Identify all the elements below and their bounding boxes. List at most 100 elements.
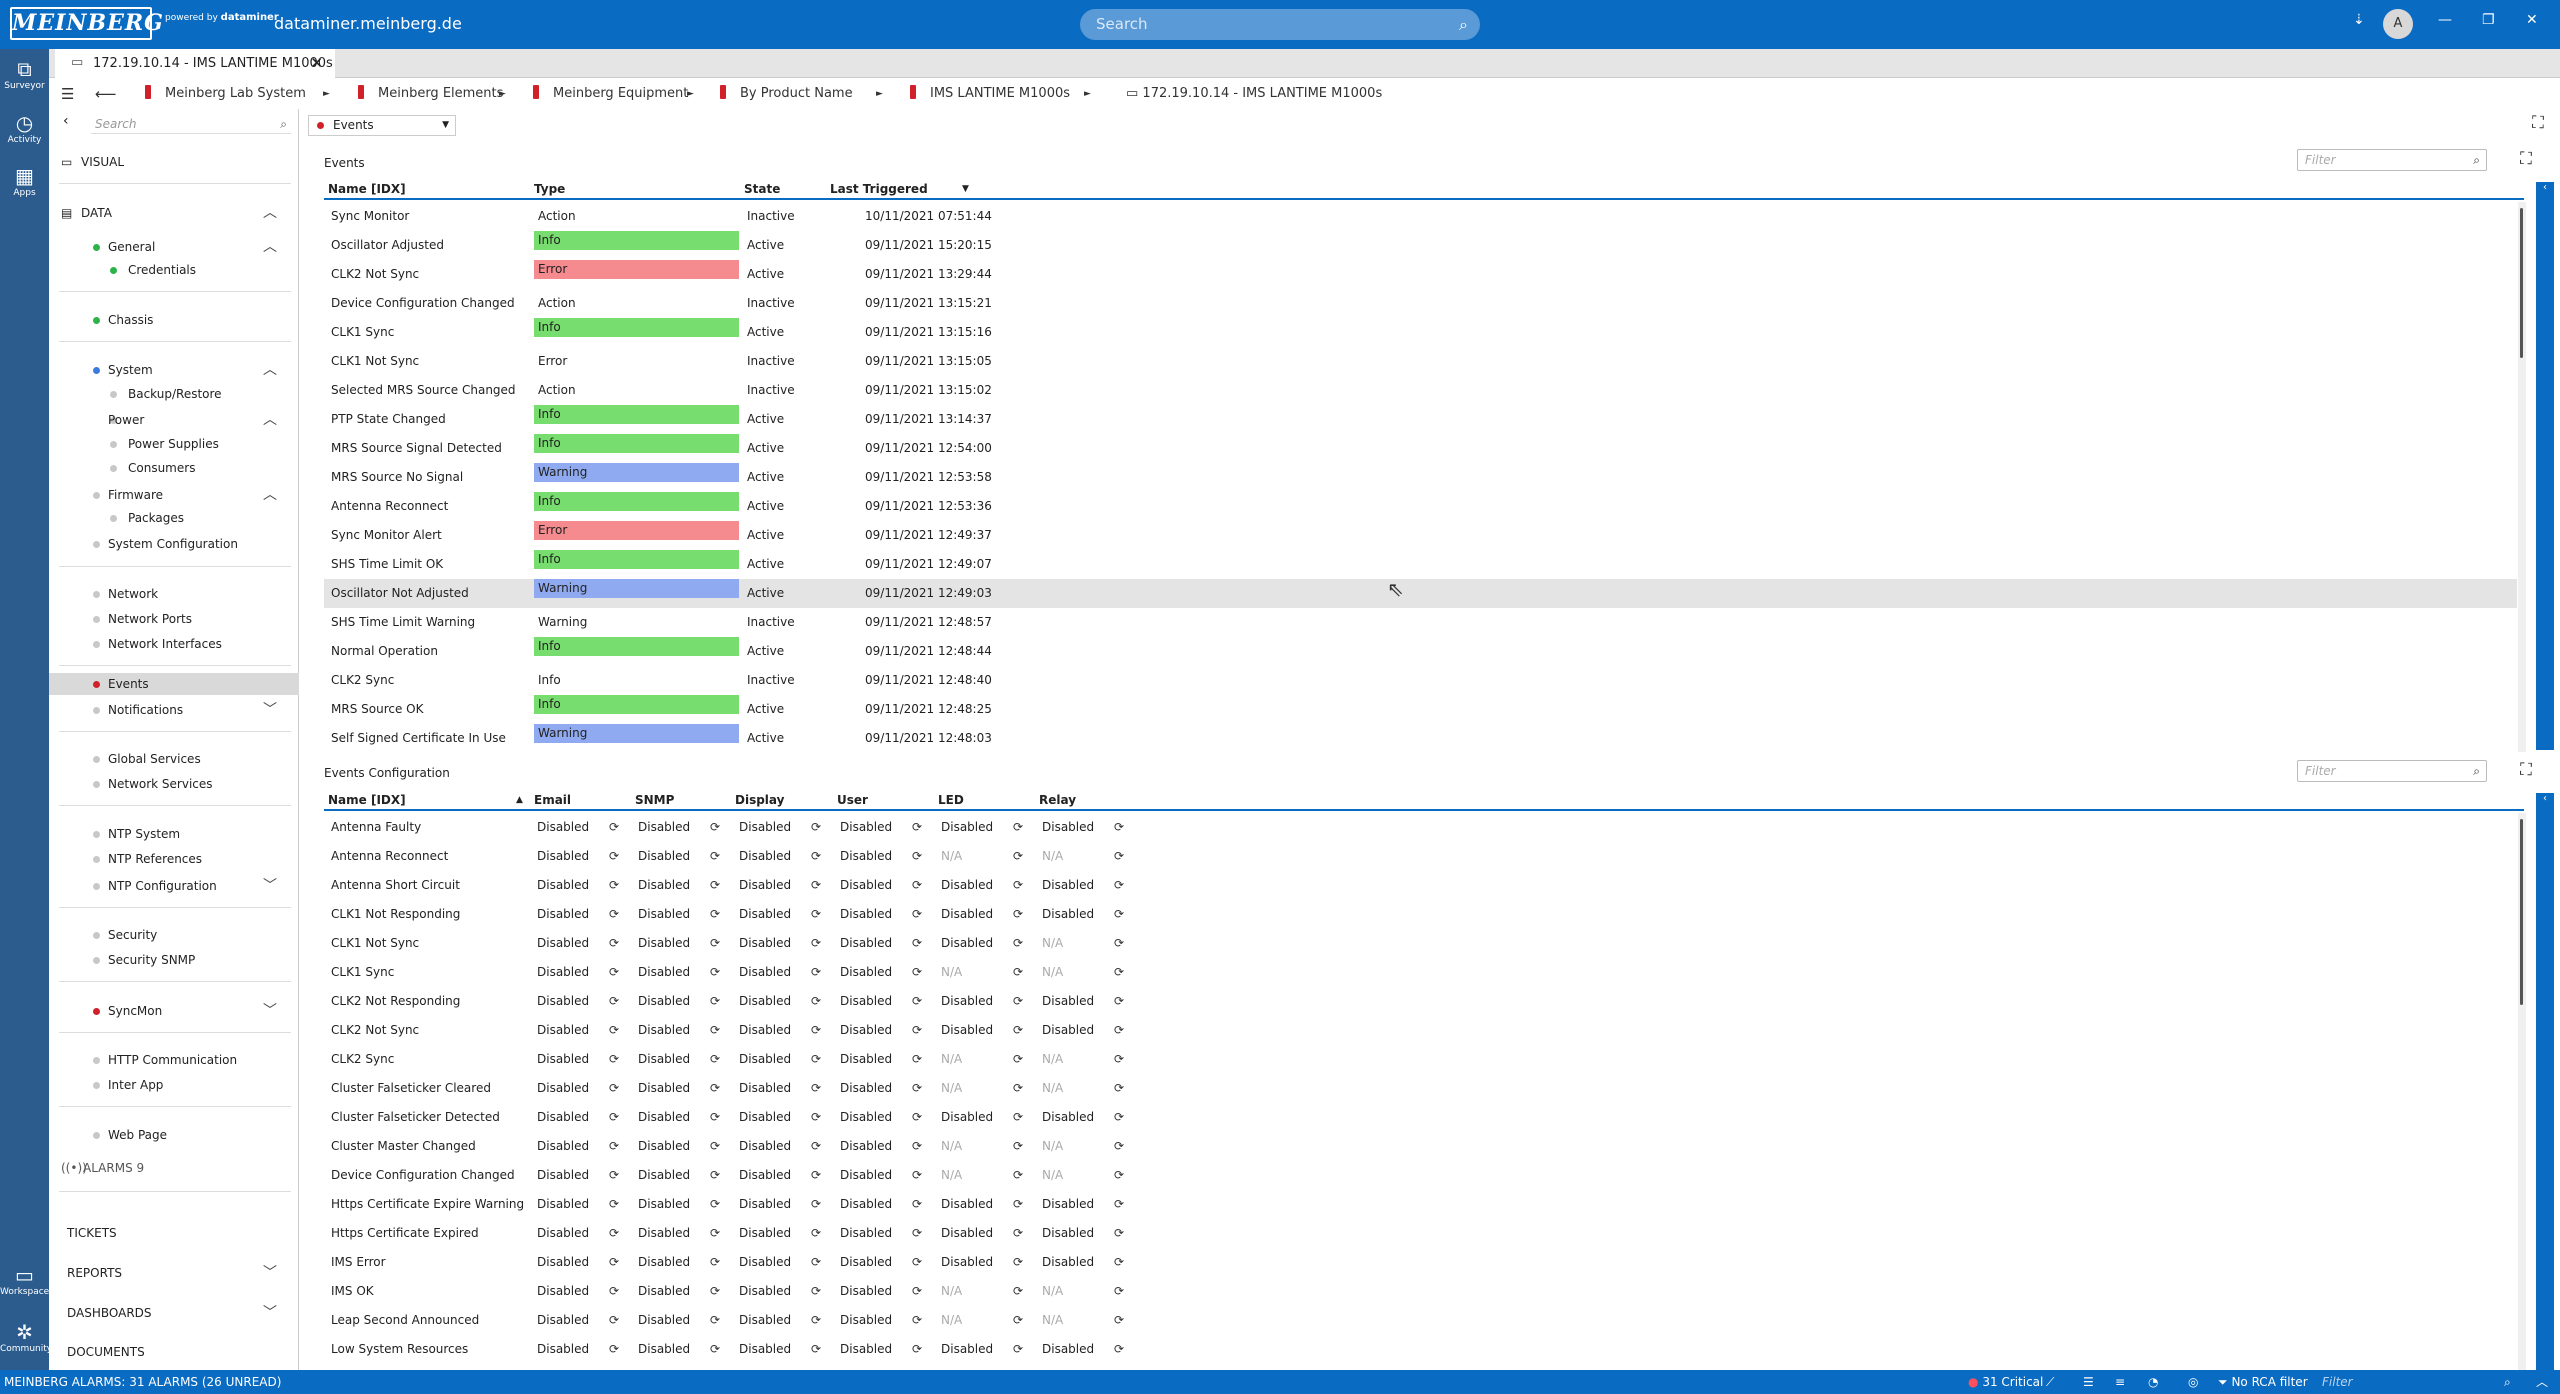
minimize-icon[interactable]: — — [2438, 12, 2452, 28]
refresh-icon[interactable]: ⟳ — [1013, 1016, 1023, 1045]
refresh-icon[interactable]: ⟳ — [912, 900, 922, 929]
cell-value[interactable]: Disabled — [638, 1132, 690, 1161]
refresh-icon[interactable]: ⟳ — [1013, 1045, 1023, 1074]
table-row[interactable]: MRS Source OK Info Active 09/11/2021 12:48:… — [324, 695, 2517, 724]
nav-alarms[interactable]: ((•)) ALARMS 9 — [49, 1157, 299, 1179]
refresh-icon[interactable]: ⟳ — [609, 1219, 619, 1248]
cell-value[interactable]: Disabled — [840, 1161, 892, 1190]
cell-value[interactable]: Disabled — [739, 1306, 791, 1335]
cell-value[interactable]: Disabled — [537, 987, 589, 1016]
refresh-icon[interactable]: ⟳ — [1013, 1190, 1023, 1219]
refresh-icon[interactable]: ⟳ — [1114, 1335, 1124, 1364]
breadcrumb-item[interactable]: IMS LANTIME M1000s — [910, 79, 1070, 109]
table-row[interactable]: IMS OK Disabled ⟳ Disabled ⟳ Disabled ⟳ Disable… — [324, 1277, 2517, 1306]
fullscreen-icon[interactable]: ⛶ — [2520, 149, 2532, 169]
nav-item-network-interfaces[interactable]: Network Interfaces — [49, 633, 299, 655]
refresh-icon[interactable]: ⟳ — [912, 1045, 922, 1074]
cell-value[interactable]: N/A — [1042, 929, 1063, 958]
tab-element[interactable]: ▭ 172.19.10.14 - IMS LANTIME M1000s ✕ — [55, 49, 335, 78]
close-icon[interactable]: ✕ — [310, 49, 323, 78]
refresh-icon[interactable]: ⟳ — [811, 1016, 821, 1045]
refresh-icon[interactable]: ⟳ — [710, 958, 720, 987]
sort-asc-icon[interactable]: ▲ — [516, 795, 523, 805]
nav-search-input[interactable]: Search ⌕ — [91, 114, 291, 134]
cell-value[interactable]: Disabled — [840, 987, 892, 1016]
critical-count[interactable]: ● 31 Critical — [1968, 1370, 2043, 1394]
cell-value[interactable]: Disabled — [638, 900, 690, 929]
nav-item-ntp-system[interactable]: NTP System — [49, 823, 299, 845]
cell-value[interactable]: Disabled — [840, 1103, 892, 1132]
table-row[interactable]: CLK1 Not Sync Disabled ⟳ Disabled ⟳ Disabled ⟳… — [324, 929, 2517, 958]
table-row[interactable]: Antenna Reconnect Info Active 09/11/2021 12… — [324, 492, 2517, 521]
col-relay[interactable]: Relay — [1039, 793, 1076, 807]
cell-value[interactable]: Disabled — [638, 1219, 690, 1248]
refresh-icon[interactable]: ⟳ — [1114, 1132, 1124, 1161]
cell-value[interactable]: Disabled — [739, 1045, 791, 1074]
table-row[interactable]: Oscillator Adjusted Info Active 09/11/2021 … — [324, 231, 2517, 260]
refresh-icon[interactable]: ⟳ — [1013, 813, 1023, 842]
chevron-up-icon[interactable]: ︿ — [2536, 1370, 2548, 1394]
refresh-icon[interactable]: ⟳ — [1114, 1248, 1124, 1277]
refresh-icon[interactable]: ⟳ — [710, 1016, 720, 1045]
refresh-icon[interactable]: ⟳ — [1013, 900, 1023, 929]
cell-value[interactable]: Disabled — [941, 900, 993, 929]
cell-value[interactable]: Disabled — [638, 1045, 690, 1074]
rca-filter[interactable]: ⏷ No RCA filter — [2218, 1370, 2308, 1394]
refresh-icon[interactable]: ⟳ — [1114, 1306, 1124, 1335]
fullscreen-icon[interactable]: ⛶ — [2532, 113, 2544, 133]
refresh-icon[interactable]: ⟳ — [912, 1306, 922, 1335]
refresh-icon[interactable]: ⟳ — [912, 1016, 922, 1045]
nav-item-events[interactable]: Events — [49, 673, 299, 695]
close-window-icon[interactable]: ✕ — [2526, 12, 2538, 28]
cell-value[interactable]: Disabled — [941, 929, 993, 958]
nav-reports[interactable]: REPORTS ﹀ — [49, 1262, 299, 1284]
table-row[interactable]: CLK1 Sync Disabled ⟳ Disabled ⟳ Disabled ⟳ Disa… — [324, 958, 2517, 987]
table-row[interactable]: Antenna Reconnect Disabled ⟳ Disabled ⟳ Disab… — [324, 842, 2517, 871]
refresh-icon[interactable]: ⟳ — [811, 1248, 821, 1277]
cell-value[interactable]: Disabled — [1042, 1103, 1094, 1132]
table-row[interactable]: SHS Time Limit OK Info Active 09/11/2021 12… — [324, 550, 2517, 579]
nav-item-inter-app[interactable]: Inter App — [49, 1074, 299, 1096]
cell-value[interactable]: Disabled — [840, 929, 892, 958]
clock-icon[interactable]: ◔ — [2148, 1370, 2158, 1394]
overflow-icon[interactable]: ⇣ — [2353, 12, 2365, 28]
cell-value[interactable]: Disabled — [840, 958, 892, 987]
table-row[interactable]: CLK2 Not Sync Disabled ⟳ Disabled ⟳ Disabled ⟳… — [324, 1016, 2517, 1045]
cell-value[interactable]: Disabled — [739, 1103, 791, 1132]
nav-data[interactable]: ▤ DATA ︿ — [49, 202, 299, 224]
refresh-icon[interactable]: ⟳ — [710, 1335, 720, 1364]
refresh-icon[interactable]: ⟳ — [1013, 929, 1023, 958]
nav-item-credentials[interactable]: Credentials — [49, 259, 299, 281]
cell-value[interactable]: Disabled — [840, 1306, 892, 1335]
chevron-up-icon[interactable]: ︿ — [263, 236, 277, 258]
nav-item-system-configuration[interactable]: System Configuration — [49, 533, 299, 555]
table-row[interactable]: CLK1 Not Sync Error Inactive 09/11/2021 13:… — [324, 347, 2517, 376]
refresh-icon[interactable]: ⟳ — [912, 1161, 922, 1190]
refresh-icon[interactable]: ⟳ — [811, 1132, 821, 1161]
table-row[interactable]: Cluster Falseticker Detected Disabled ⟳ Dis… — [324, 1103, 2517, 1132]
cell-value[interactable]: Disabled — [840, 813, 892, 842]
cell-value[interactable]: Disabled — [739, 1335, 791, 1364]
nav-item-ntp-references[interactable]: NTP References — [49, 848, 299, 870]
refresh-icon[interactable]: ⟳ — [710, 842, 720, 871]
table-row[interactable]: Leap Second Announced Disabled ⟳ Disabled ⟳ D… — [324, 1306, 2517, 1335]
refresh-icon[interactable]: ⟳ — [811, 1161, 821, 1190]
cell-value[interactable]: Disabled — [840, 1016, 892, 1045]
nav-item-power[interactable]: Power ︿ — [49, 409, 299, 431]
cell-value[interactable]: Disabled — [1042, 1248, 1094, 1277]
events-filter-input[interactable]: Filter ⌕ — [2297, 149, 2487, 171]
cell-value[interactable]: Disabled — [537, 842, 589, 871]
refresh-icon[interactable]: ⟳ — [811, 958, 821, 987]
refresh-icon[interactable]: ⟳ — [912, 1219, 922, 1248]
cell-value[interactable]: Disabled — [840, 1219, 892, 1248]
cell-value[interactable]: Disabled — [537, 1190, 589, 1219]
search-icon[interactable]: ⌕ — [280, 114, 287, 134]
cell-value[interactable]: Disabled — [739, 1219, 791, 1248]
refresh-icon[interactable]: ⟳ — [1114, 1219, 1124, 1248]
cell-value[interactable]: Disabled — [840, 871, 892, 900]
cell-value[interactable]: Disabled — [840, 842, 892, 871]
cell-value[interactable]: N/A — [941, 1161, 962, 1190]
cell-value[interactable]: Disabled — [638, 1103, 690, 1132]
cell-value[interactable]: Disabled — [840, 1248, 892, 1277]
chevron-down-icon[interactable]: ﹀ — [263, 875, 277, 897]
